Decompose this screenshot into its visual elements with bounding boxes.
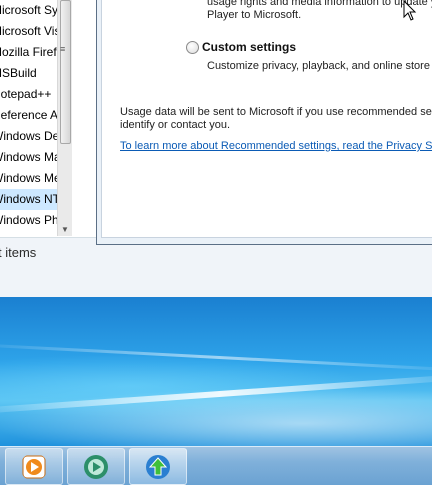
usage-notice-line2: identify or contact you. [120, 119, 231, 131]
media-center-icon [84, 455, 108, 479]
list-item[interactable]: Windows Ma [0, 147, 57, 168]
recommended-desc-line1: usage rights and media information to up… [207, 0, 432, 8]
scroll-down-icon[interactable]: ▼ [61, 225, 69, 234]
list-item[interactable]: MSBuild [0, 63, 57, 84]
grip-icon: ≡ [60, 44, 66, 54]
taskbar-media-center-button[interactable] [67, 448, 125, 485]
list-item[interactable]: Windows NT [0, 189, 57, 210]
custom-settings-desc: Customize privacy, playback, and online … [207, 60, 432, 72]
list-item[interactable]: Microsoft Vis [0, 21, 57, 42]
list-item[interactable]: Windows Def [0, 126, 57, 147]
desktop-wallpaper [0, 296, 432, 446]
privacy-statement-link[interactable]: To learn more about Recommended settings… [120, 140, 432, 152]
setup-dialog: usage rights and media information to up… [101, 0, 432, 238]
taskbar [0, 446, 432, 485]
taskbar-update-button[interactable] [129, 448, 187, 485]
mouse-cursor-icon [403, 0, 417, 21]
item-count: t items [0, 245, 37, 260]
list-item[interactable]: Windows Pho [0, 210, 57, 231]
recommended-desc-line2: Player to Microsoft. [207, 9, 302, 21]
custom-settings-label[interactable]: Custom settings [202, 40, 296, 54]
custom-settings-radio[interactable] [186, 41, 199, 54]
list-item[interactable]: Microsoft Sy [0, 0, 57, 21]
wallpaper-streak [0, 372, 432, 416]
play-icon [22, 455, 46, 479]
usage-notice-line1: Usage data will be sent to Microsoft if … [120, 106, 432, 118]
list-item[interactable]: Mozilla Firefo [0, 42, 57, 63]
list-item[interactable]: Notepad++ [0, 84, 57, 105]
update-arrow-icon [146, 455, 170, 479]
taskbar-media-player-button[interactable] [5, 448, 63, 485]
list-item[interactable]: Reference As [0, 105, 57, 126]
vertical-scrollbar[interactable]: ≡ ▼ [57, 0, 72, 236]
list-item[interactable]: Windows Me [0, 168, 57, 189]
status-bar: t items [0, 237, 432, 297]
scrollbar-thumb[interactable] [60, 0, 71, 144]
wallpaper-streak [0, 342, 432, 373]
file-list: Microsoft Sy Microsoft Vis Mozilla Firef… [0, 0, 57, 236]
